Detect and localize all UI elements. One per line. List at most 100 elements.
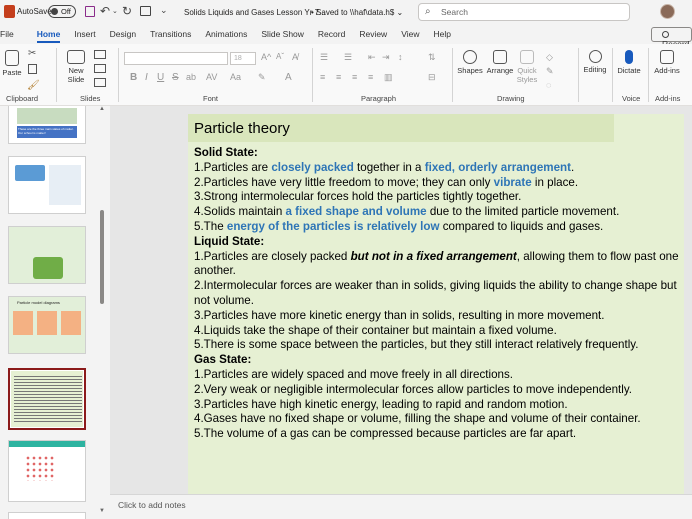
customize-qat-icon[interactable]: ⌄ — [160, 5, 168, 16]
shadow-icon[interactable]: ab — [186, 72, 196, 82]
paste-button[interactable]: Paste — [2, 50, 22, 77]
numbering-icon[interactable]: ☰ — [344, 52, 352, 63]
scroll-up-icon[interactable]: ▲ — [99, 106, 105, 112]
addins-button[interactable]: Add-ins — [651, 50, 683, 75]
align-center-icon[interactable]: ≡ — [336, 72, 341, 82]
shape-fill-icon[interactable]: ◇ — [546, 52, 553, 63]
notes-pane[interactable]: Click to add notes — [110, 494, 692, 519]
bullets-icon[interactable]: ☰ — [320, 52, 328, 63]
char-spacing-icon[interactable]: AV — [206, 72, 217, 82]
arrange-button[interactable]: Arrange — [485, 50, 515, 75]
font-size-dropdown[interactable]: 18 — [230, 52, 256, 65]
addins-label: Add-ins — [654, 66, 680, 75]
tab-view[interactable]: View — [401, 29, 419, 39]
editing-button[interactable]: Editing — [580, 50, 610, 74]
tab-transitions[interactable]: Transitions — [150, 29, 191, 39]
decrease-indent-icon[interactable]: ⇤ — [368, 52, 376, 63]
tab-design[interactable]: Design — [110, 29, 136, 39]
new-slide-button[interactable]: New Slide — [64, 50, 88, 84]
underline-icon[interactable]: U — [157, 72, 164, 83]
clear-formatting-icon[interactable]: A̸ — [292, 52, 298, 62]
dictate-button[interactable]: Dictate — [614, 50, 644, 75]
slide-thumbnail[interactable] — [8, 156, 86, 214]
decrease-font-icon[interactable]: Aˇ — [276, 52, 284, 61]
solid-heading: Solid State: — [194, 146, 258, 159]
change-case-icon[interactable]: Aa — [230, 72, 241, 82]
slide-thumbnail[interactable] — [8, 512, 86, 519]
autosave-toggle-knob — [51, 8, 58, 15]
shape-outline-icon[interactable]: ✎ — [546, 66, 554, 77]
new-slide-icon — [67, 50, 85, 64]
tab-home[interactable]: Home — [36, 29, 60, 43]
shape-effects-icon[interactable]: ◌ — [546, 80, 551, 90]
strikethrough-icon[interactable]: S — [172, 72, 179, 83]
editing-label: Editing — [583, 65, 607, 74]
tab-slideshow[interactable]: Slide Show — [261, 29, 304, 39]
gas-point-4: 4.Gases have no fixed shape or volume, f… — [194, 412, 641, 426]
section-icon[interactable] — [94, 78, 106, 87]
format-painter-icon[interactable]: 🖌 — [27, 80, 40, 91]
increase-indent-icon[interactable]: ⇥ — [382, 52, 390, 63]
align-right-icon[interactable]: ≡ — [352, 72, 357, 82]
tab-review[interactable]: Review — [359, 29, 387, 39]
saved-status-text: Saved to \\haf\data.h$ — [316, 8, 395, 17]
tab-animations[interactable]: Animations — [205, 29, 247, 39]
tab-record[interactable]: Record — [318, 29, 345, 39]
slideshow-icon[interactable] — [140, 6, 151, 16]
scroll-down-icon[interactable]: ▼ — [99, 508, 105, 514]
line-spacing-icon[interactable]: ↕ — [398, 52, 403, 62]
scrollbar-thumb[interactable] — [100, 210, 104, 304]
document-title[interactable]: Solids Liquids and Gases Lesson Yr 7... — [184, 8, 326, 17]
user-avatar[interactable] — [660, 4, 675, 19]
slide-body-text[interactable]: Solid State: 1.Particles are closely pac… — [194, 146, 680, 442]
paste-icon — [5, 50, 19, 66]
divider — [648, 48, 649, 102]
gas-point-2: 2.Very weak or negligible intermolecular… — [194, 382, 632, 396]
slide-thumbnail[interactable] — [8, 226, 86, 284]
highlight-icon[interactable]: ✎ — [258, 72, 266, 83]
search-icon: ⌕ — [425, 6, 431, 17]
align-text-icon[interactable]: ⊟ — [428, 72, 436, 83]
increase-font-icon[interactable]: A^ — [261, 52, 271, 62]
thumbnail-scrollbar[interactable]: ▲ ▼ — [99, 106, 105, 519]
divider — [312, 48, 313, 102]
layout-icon[interactable] — [94, 50, 106, 59]
undo-dropdown-icon[interactable]: ⌄ — [112, 7, 118, 15]
text-direction-icon[interactable]: ⇅ — [428, 52, 436, 63]
slide-title[interactable]: Particle theory — [188, 114, 614, 142]
redo-icon[interactable]: ↻ — [122, 4, 132, 18]
italic-icon[interactable]: I — [145, 72, 148, 83]
slide-thumbnail[interactable]: These are the three main states of matte… — [8, 106, 86, 144]
search-box[interactable]: ⌕ Search — [418, 3, 630, 21]
thumbnail-liquid-box — [37, 311, 57, 335]
shapes-button[interactable]: Shapes — [456, 50, 484, 75]
record-button[interactable]: Record — [651, 27, 692, 49]
editing-search-icon — [588, 50, 602, 63]
highlight-run: vibrate — [493, 175, 532, 189]
tab-file[interactable]: File — [0, 29, 14, 39]
save-icon[interactable] — [85, 6, 95, 17]
slide-thumbnail[interactable]: Particle model diagrams — [8, 296, 86, 354]
undo-icon[interactable]: ↶ — [100, 4, 110, 18]
bold-icon[interactable]: B — [130, 72, 137, 83]
thumbnail-grid — [49, 165, 81, 205]
copy-icon[interactable] — [28, 64, 37, 74]
justify-icon[interactable]: ≡ — [368, 72, 373, 82]
columns-icon[interactable]: ▥ — [384, 72, 393, 83]
reset-icon[interactable] — [94, 64, 106, 73]
autosave-toggle[interactable]: Off — [48, 5, 76, 18]
clipboard-group-label: Clipboard — [6, 94, 39, 103]
tab-insert[interactable]: Insert — [74, 29, 95, 39]
quick-styles-button[interactable]: Quick Styles — [515, 50, 539, 84]
font-color-icon[interactable]: A — [285, 72, 292, 83]
slide-thumbnail-selected[interactable] — [8, 368, 86, 430]
tab-help[interactable]: Help — [433, 29, 450, 39]
shapes-icon — [463, 50, 477, 64]
align-left-icon[interactable]: ≡ — [320, 72, 325, 82]
font-name-dropdown[interactable] — [124, 52, 228, 65]
slide-thumbnail[interactable] — [8, 440, 86, 502]
quick-styles-icon — [520, 50, 534, 64]
powerpoint-logo-icon[interactable] — [4, 5, 15, 18]
cut-icon[interactable]: ✂ — [28, 48, 36, 59]
slide-canvas[interactable]: Particle theory Solid State: 1.Particles… — [188, 114, 684, 494]
